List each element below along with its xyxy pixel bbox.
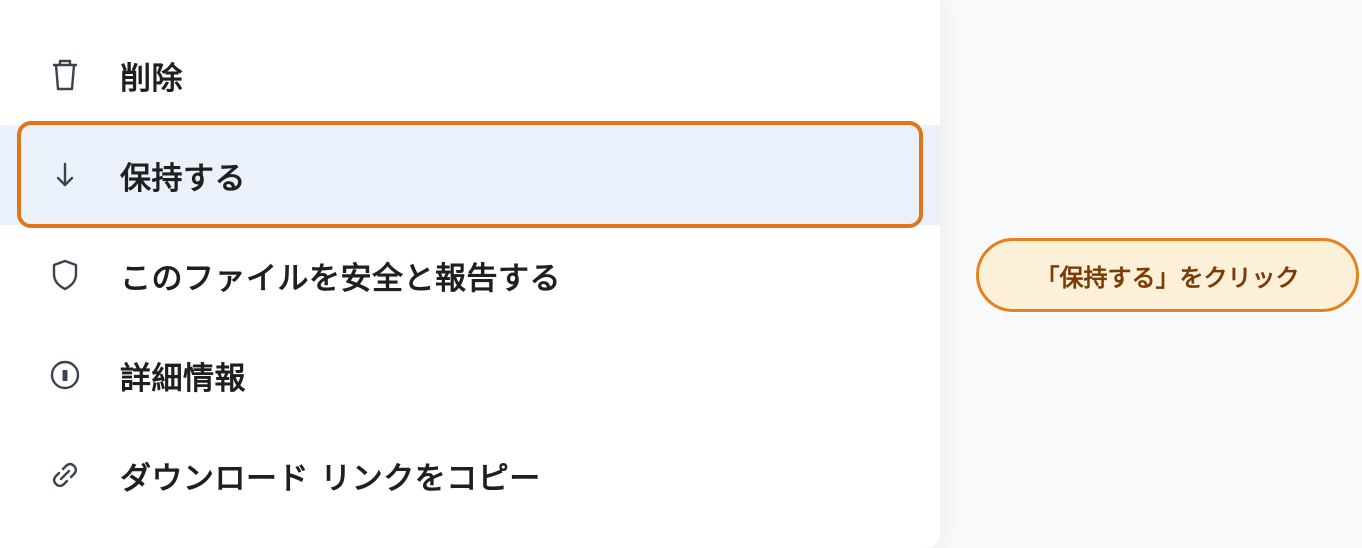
- menu-item-keep[interactable]: 保持する: [0, 125, 940, 225]
- menu-item-label: このファイルを安全と報告する: [120, 260, 561, 297]
- menu-item-details[interactable]: 詳細情報: [0, 325, 940, 425]
- instruction-callout: 「保持する」をクリック: [976, 238, 1359, 312]
- link-icon: [48, 458, 82, 492]
- menu-item-copy-link[interactable]: ダウンロード リンクをコピー: [0, 425, 940, 525]
- trash-icon: [48, 58, 82, 92]
- menu-item-label: 詳細情報: [120, 360, 246, 397]
- info-icon: [48, 358, 82, 392]
- menu-item-label: 保持する: [120, 160, 246, 197]
- shield-icon: [48, 258, 82, 292]
- menu-item-label: 削除: [120, 60, 183, 97]
- menu-item-delete[interactable]: 削除: [0, 25, 940, 125]
- context-menu: 削除 保持する このファイルを安全と報告する 詳細情報 ダウンロード リンクをコ…: [0, 0, 940, 548]
- menu-item-label: ダウンロード リンクをコピー: [120, 460, 541, 497]
- menu-item-report-safe[interactable]: このファイルを安全と報告する: [0, 225, 940, 325]
- arrow-down-icon: [48, 158, 82, 192]
